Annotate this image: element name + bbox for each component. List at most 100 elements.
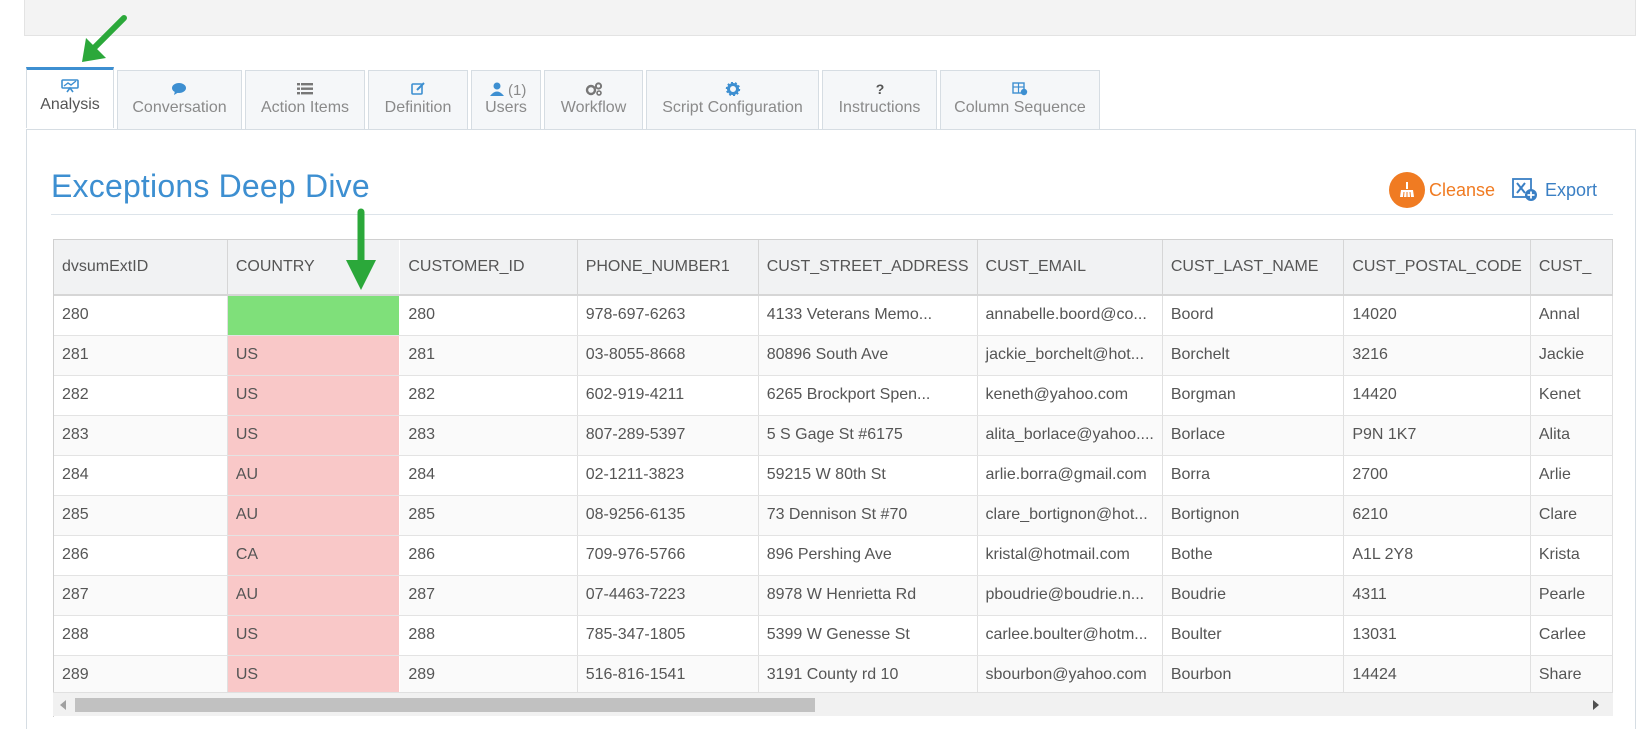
cleanse-button[interactable]: Cleanse: [1389, 172, 1495, 208]
tab-instructions[interactable]: ? Instructions: [822, 70, 937, 129]
column-header[interactable]: CUSTOMER_ID: [399, 240, 578, 296]
table-row[interactable]: 282 US 282 602-919-4211 6265 Brockport Spen.…: [54, 375, 1613, 416]
country-cell: CA: [227, 535, 401, 576]
table-cell: 286: [399, 535, 578, 576]
table-cell: arlie.borra@gmail.com: [977, 455, 1163, 496]
table-cell: 4311: [1343, 575, 1531, 616]
table-cell: 14420: [1343, 375, 1531, 416]
table-cell: 73 Dennison St #70: [758, 495, 978, 536]
tab-users-label: Users: [485, 99, 527, 116]
column-sequence-icon: [1012, 82, 1028, 96]
table-cell: 4133 Veterans Memo...: [758, 295, 978, 336]
table-cell: 282: [399, 375, 578, 416]
column-header[interactable]: PHONE_NUMBER1: [577, 240, 759, 296]
table-cell: 284: [399, 455, 578, 496]
table-row[interactable]: 287 AU 287 07-4463-7223 8978 W Henrietta Rd p…: [54, 575, 1613, 616]
tab-action-items[interactable]: Action Items: [245, 70, 365, 129]
table-row[interactable]: 289 US 289 516-816-1541 3191 County rd 10 sbo…: [54, 655, 1613, 696]
country-cell: US: [227, 335, 401, 376]
table-cell: P9N 1K7: [1343, 415, 1531, 456]
column-header[interactable]: CUST_STREET_ADDRESS: [758, 240, 978, 296]
table-cell: Boord: [1162, 295, 1345, 336]
table-cell: Annal: [1530, 295, 1613, 336]
table-cell: Bothe: [1162, 535, 1345, 576]
table-cell: 289: [54, 655, 228, 696]
table-row[interactable]: 280 280 978-697-6263 4133 Veterans Memo... a…: [54, 295, 1613, 336]
table-cell: 285: [399, 495, 578, 536]
tab-workflow-label: Workflow: [560, 99, 627, 116]
table-cell: 807-289-5397: [577, 415, 759, 456]
table-row[interactable]: 286 CA 286 709-976-5766 896 Pershing Ave kris…: [54, 535, 1613, 576]
table-row[interactable]: 284 AU 284 02-1211-3823 59215 W 80th St arlie…: [54, 455, 1613, 496]
column-header[interactable]: CUST_: [1530, 240, 1613, 296]
table-cell: 02-1211-3823: [577, 455, 759, 496]
table-cell: 896 Pershing Ave: [758, 535, 978, 576]
column-header[interactable]: CUST_EMAIL: [977, 240, 1163, 296]
broom-icon: [1389, 172, 1425, 208]
tab-conversation[interactable]: Conversation: [117, 70, 242, 129]
table-row[interactable]: 281 US 281 03-8055-8668 80896 South Ave jacki…: [54, 335, 1613, 376]
tab-column-sequence-label: Column Sequence: [954, 99, 1086, 116]
table-row[interactable]: 285 AU 285 08-9256-6135 73 Dennison St #70 cl…: [54, 495, 1613, 536]
table-cell: Kenet: [1530, 375, 1613, 416]
column-header[interactable]: CUST_LAST_NAME: [1162, 240, 1345, 296]
export-button[interactable]: Export: [1512, 176, 1597, 204]
table-cell: Clare: [1530, 495, 1613, 536]
table-cell: 283: [54, 415, 228, 456]
table-cell: Borchelt: [1162, 335, 1345, 376]
table-cell: clare_bortignon@hot...: [977, 495, 1163, 536]
table-cell: Borgman: [1162, 375, 1345, 416]
table-cell: 978-697-6263: [577, 295, 759, 336]
question-icon: ?: [875, 82, 884, 96]
comments-icon: [171, 83, 186, 95]
table-cell: 14424: [1343, 655, 1531, 696]
table-cell: Arlie: [1530, 455, 1613, 496]
tab-definition-label: Definition: [384, 99, 452, 116]
country-cell: US: [227, 375, 401, 416]
table-cell: keneth@yahoo.com: [977, 375, 1163, 416]
scroll-right-icon[interactable]: [1593, 700, 1599, 710]
table-cell: sbourbon@yahoo.com: [977, 655, 1163, 696]
table-cell: 59215 W 80th St: [758, 455, 978, 496]
table-row[interactable]: 283 US 283 807-289-5397 5 S Gage St #6175 ali…: [54, 415, 1613, 456]
table-cell: jackie_borchelt@hot...: [977, 335, 1163, 376]
country-cell: [227, 295, 401, 336]
top-bar: [24, 0, 1636, 36]
edit-icon: [411, 82, 425, 95]
column-header[interactable]: CUST_POSTAL_CODE: [1343, 240, 1531, 296]
table-cell: 8978 W Henrietta Rd: [758, 575, 978, 616]
tab-column-sequence[interactable]: Column Sequence: [940, 70, 1100, 129]
table-row[interactable]: 288 US 288 785-347-1805 5399 W Genesse St car…: [54, 615, 1613, 656]
table-cell: 281: [399, 335, 578, 376]
table-cell: 5 S Gage St #6175: [758, 415, 978, 456]
tab-analysis[interactable]: Analysis: [26, 67, 114, 128]
table-cell: 602-919-4211: [577, 375, 759, 416]
scroll-left-icon[interactable]: [60, 700, 66, 710]
tab-analysis-label: Analysis: [40, 96, 100, 113]
tab-users[interactable]: (1) Users: [471, 70, 541, 129]
table-cell: 6265 Brockport Spen...: [758, 375, 978, 416]
export-label: Export: [1545, 179, 1598, 200]
table-cell: Borra: [1162, 455, 1345, 496]
annotation-arrow-country: [346, 208, 376, 290]
tab-definition[interactable]: Definition: [368, 70, 468, 129]
column-header[interactable]: dvsumExtID: [54, 240, 228, 296]
table-cell: Bourbon: [1162, 655, 1345, 696]
table-cell: 281: [54, 335, 228, 376]
country-cell: AU: [227, 495, 401, 536]
tab-script-configuration[interactable]: Script Configuration: [646, 70, 819, 129]
user-icon: [490, 82, 504, 96]
tab-action-items-label: Action Items: [260, 99, 350, 116]
table-cell: Carlee: [1530, 615, 1613, 656]
scrollbar-thumb[interactable]: [75, 698, 815, 712]
table-body: 280 280 978-697-6263 4133 Veterans Memo... a…: [54, 295, 1613, 696]
exceptions-grid: dvsumExtID COUNTRY CUSTOMER_ID PHONE_NUM…: [53, 239, 1613, 717]
table-cell: Boulter: [1162, 615, 1345, 656]
tab-workflow[interactable]: Workflow: [544, 70, 643, 129]
table-cell: annabelle.boord@co...: [977, 295, 1163, 336]
header-row: dvsumExtID COUNTRY CUSTOMER_ID PHONE_NUM…: [54, 240, 1613, 296]
country-cell: US: [227, 415, 401, 456]
table-cell: 284: [54, 455, 228, 496]
horizontal-scrollbar[interactable]: [53, 692, 1613, 716]
analysis-icon: [61, 79, 79, 93]
